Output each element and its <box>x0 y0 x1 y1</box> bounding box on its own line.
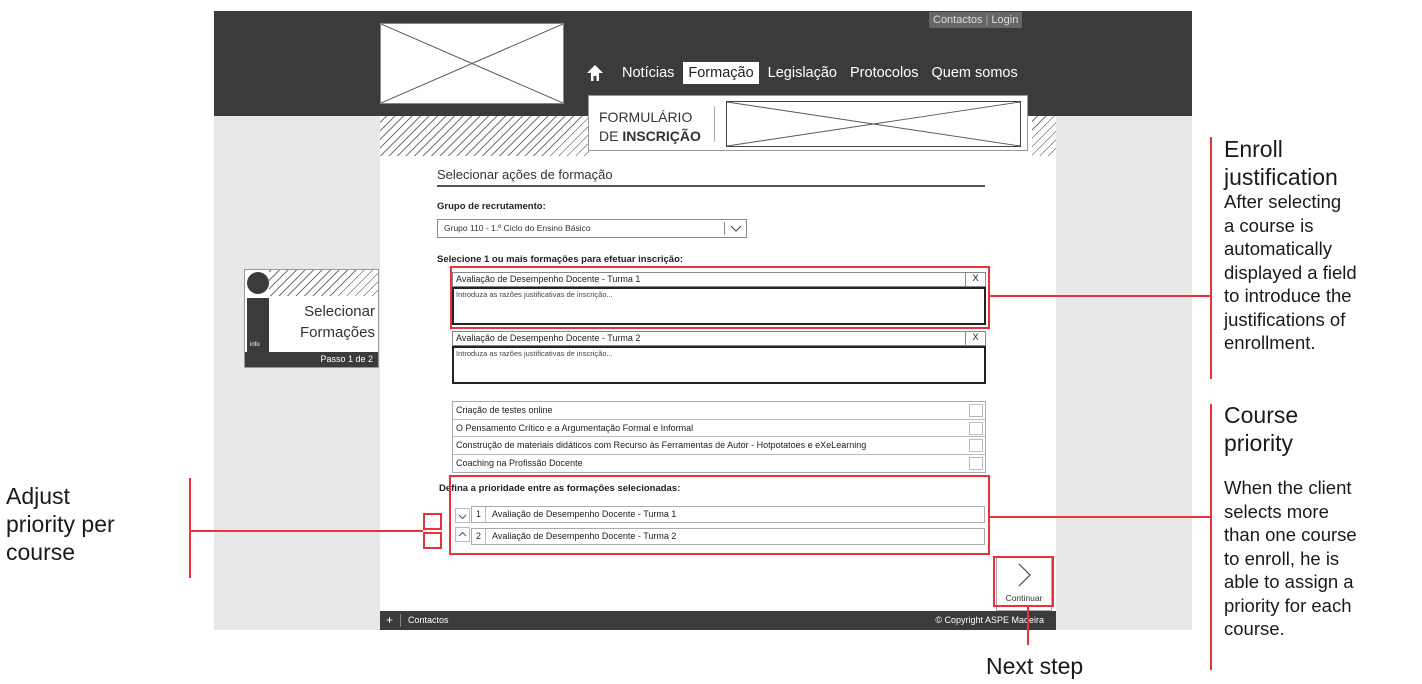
annotation-bracket <box>1210 404 1212 670</box>
course-checkbox[interactable] <box>969 421 983 435</box>
plus-icon[interactable]: + <box>386 611 393 630</box>
top-links: Contactos | Login <box>929 12 1023 28</box>
course-checkbox[interactable] <box>969 439 983 452</box>
highlight-priority <box>449 475 990 555</box>
nav-item-formacao[interactable]: Formação <box>683 62 759 84</box>
connector-line <box>990 295 1212 297</box>
list-item[interactable]: Coaching na Profissão Docente <box>453 455 985 473</box>
hatch-decoration <box>269 270 378 296</box>
list-item[interactable]: O Pensamento Crítico e a Argumentação Fo… <box>453 420 985 437</box>
highlight-down-arrow <box>423 513 442 530</box>
step-info-panel: info Selecionar Formações Passo 1 de 2 <box>244 269 379 368</box>
remove-course-button[interactable]: X <box>965 331 985 346</box>
image-placeholder-icon <box>381 24 563 103</box>
info-icon <box>247 272 269 294</box>
next-step-annotation: Next step <box>986 653 1084 679</box>
recruitment-label: Grupo de recrutamento: <box>437 201 546 212</box>
form-header-tab: FORMULÁRIO DE INSCRIÇÃO <box>588 95 1028 151</box>
wireframe-canvas: Contactos | Login Notícias Formação Legisl… <box>0 0 1422 684</box>
home-icon[interactable] <box>586 64 604 82</box>
priority-annotation-text: When the client selects more than one co… <box>1224 477 1357 639</box>
available-courses-list: Criação de testes online O Pensamento Cr… <box>452 401 986 473</box>
adjust-annotation: Adjust priority per course <box>6 483 115 565</box>
connector-line <box>190 530 423 532</box>
highlight-justification <box>450 266 990 329</box>
nav-item-quem-somos[interactable]: Quem somos <box>928 63 1022 83</box>
course-checkbox[interactable] <box>969 404 983 417</box>
selected-course-2: Avaliação de Desempenho Docente - Turma … <box>452 331 986 346</box>
info-title: Selecionar Formações <box>299 303 375 341</box>
logo-placeholder[interactable] <box>380 23 564 104</box>
nav-item-protocolos[interactable]: Protocolos <box>846 63 923 83</box>
info-icon-label: info <box>250 342 260 348</box>
nav-item-noticias[interactable]: Notícias <box>618 63 678 83</box>
list-item[interactable]: Construção de materiais didáticos com Re… <box>453 437 985 455</box>
form-title: FORMULÁRIO DE INSCRIÇÃO <box>599 109 701 144</box>
annotation-bracket <box>189 478 191 578</box>
highlight-continue <box>993 556 1054 607</box>
enroll-annotation-text: After selecting a course is automaticall… <box>1224 191 1357 353</box>
divider <box>400 614 401 627</box>
select-courses-label: Selecione 1 ou mais formações para efetu… <box>437 254 684 265</box>
main-nav: Notícias Formação Legislação Protocolos … <box>586 61 1027 85</box>
recruitment-select[interactable]: Grupo 110 - 1.º Ciclo do Ensino Básico <box>437 219 747 238</box>
step-indicator: Passo 1 de 2 <box>245 352 378 367</box>
section-title: Selecionar ações de formação <box>437 167 985 187</box>
footer-contact-link[interactable]: Contactos <box>408 611 449 630</box>
login-link[interactable]: Login <box>991 14 1018 26</box>
contact-link[interactable]: Contactos <box>933 14 983 26</box>
selected-course-name: Avaliação de Desempenho Docente - Turma … <box>456 333 641 343</box>
list-item[interactable]: Criação de testes online <box>453 402 985 420</box>
divider <box>714 106 715 142</box>
image-placeholder-icon <box>727 102 1020 146</box>
nav-item-legislacao[interactable]: Legislação <box>764 63 841 83</box>
banner-placeholder <box>726 101 1021 147</box>
enroll-annotation-title: Enroll justification <box>1224 136 1338 190</box>
recruitment-value: Grupo 110 - 1.º Ciclo do Ensino Básico <box>444 223 591 233</box>
chevron-down-icon[interactable] <box>724 222 746 235</box>
connector-line <box>990 516 1212 518</box>
hatch-decoration-right <box>1032 116 1056 156</box>
highlight-up-arrow <box>423 532 442 549</box>
connector-line <box>1027 607 1029 645</box>
annotation-bracket <box>1210 137 1212 379</box>
justification-field-2[interactable]: Introduza as razões justificativas de in… <box>452 346 986 384</box>
hatch-decoration-left <box>380 116 592 156</box>
priority-annotation-title: Course priority <box>1224 402 1299 456</box>
course-checkbox[interactable] <box>969 456 983 470</box>
footer-bar: + Contactos © Copyright ASPE Madeira <box>380 611 1056 630</box>
